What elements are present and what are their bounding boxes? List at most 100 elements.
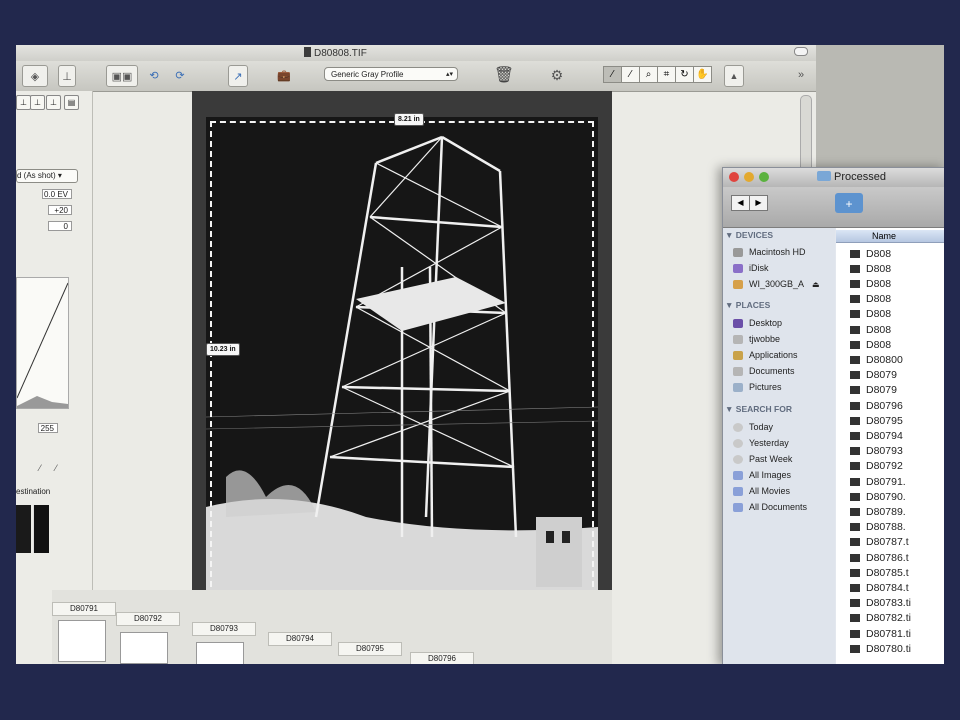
file-row[interactable]: D80783.ti	[850, 596, 911, 611]
minimize-icon[interactable]	[744, 172, 754, 182]
file-row[interactable]: D80792	[850, 459, 903, 474]
sidebar-item-all-movies[interactable]: All Movies	[733, 484, 790, 498]
palette-button-2[interactable]: ⊥	[30, 95, 45, 110]
rotate-left-icon[interactable]: ⟲	[144, 65, 164, 85]
file-row[interactable]: D80800	[850, 352, 903, 367]
palette-button-4[interactable]: ▤	[64, 95, 79, 110]
palette-button-3[interactable]: ⊥	[46, 95, 61, 110]
file-row[interactable]: D808	[850, 307, 891, 322]
sidebar-item-today[interactable]: Today	[733, 420, 773, 434]
filmstrip-item[interactable]: D80791	[52, 602, 116, 616]
forward-button[interactable]: ▶	[749, 195, 768, 211]
file-row[interactable]: D80787.t	[850, 535, 909, 550]
sidebar-item-past-week[interactable]: Past Week	[733, 452, 792, 466]
sidebar-item-all-images[interactable]: All Images	[733, 468, 791, 482]
gears-icon[interactable]: ⚙	[544, 65, 570, 85]
saturation-field[interactable]: 0	[48, 221, 72, 231]
file-name: D80789.	[866, 505, 906, 518]
file-name: D80792	[866, 460, 903, 473]
new-folder-button[interactable]: +	[835, 193, 863, 213]
sidebar-item-label: All Images	[749, 470, 792, 480]
rotate-tool-icon[interactable]: ↻	[675, 66, 694, 83]
eyedropper-icon[interactable]: ⁄	[34, 463, 46, 473]
eyedropper-white-icon[interactable]: ⁄	[621, 66, 640, 83]
trash-icon[interactable]: 🗑	[494, 65, 514, 85]
eject-icon[interactable]: ⏏	[812, 280, 822, 289]
filmstrip-item[interactable]: D80794	[268, 632, 332, 646]
close-icon[interactable]	[729, 172, 739, 182]
zoom-icon[interactable]: ⌕	[639, 66, 658, 83]
overflow-chevron-icon[interactable]: »	[794, 65, 808, 85]
file-row[interactable]: D80785.t	[850, 565, 909, 580]
palette-toggle-button[interactable]: ◈	[22, 65, 48, 87]
file-row[interactable]: D80793	[850, 444, 903, 459]
eyedropper-alt-icon[interactable]: ⁄	[50, 463, 62, 473]
filmstrip-item[interactable]: D80792	[116, 612, 180, 626]
exposure-field[interactable]: 0.0 EV	[42, 189, 72, 199]
color-profile-select[interactable]: Generic Gray Profile ▴▾	[324, 67, 458, 81]
file-row[interactable]: D80781.ti	[850, 626, 911, 641]
sidebar-item-label: Desktop	[749, 318, 783, 328]
sidebar-item-desktop[interactable]: Desktop	[733, 316, 782, 330]
edit-in-button[interactable]: ↗	[228, 65, 248, 87]
name-column-header[interactable]: Name	[836, 230, 944, 243]
sidebar-item-macintosh-hd[interactable]: Macintosh HD	[733, 245, 806, 259]
white-level-field[interactable]: 255	[38, 423, 58, 433]
crop-rectangle[interactable]	[210, 121, 594, 627]
file-row[interactable]: D80796	[850, 398, 903, 413]
file-row[interactable]: D80784.t	[850, 580, 909, 595]
file-row[interactable]: D808	[850, 292, 891, 307]
filmstrip-item[interactable]: D80793	[192, 622, 256, 636]
file-row[interactable]: D808	[850, 276, 891, 291]
file-row[interactable]: D808	[850, 246, 891, 261]
devices-header[interactable]: ▼ DEVICES	[725, 230, 773, 240]
file-row[interactable]: D80794	[850, 428, 903, 443]
file-row[interactable]: D80788.	[850, 520, 906, 535]
toolbar-toggle-button[interactable]	[794, 47, 808, 56]
file-row[interactable]: D8079	[850, 368, 897, 383]
file-name: D808	[866, 323, 892, 336]
eyedropper-black-icon[interactable]: ⁄	[603, 66, 622, 83]
file-row[interactable]: D80791.	[850, 474, 906, 489]
levels-curve-graph[interactable]	[16, 277, 69, 409]
sidebar-item-all-documents[interactable]: All Documents	[733, 500, 807, 514]
file-row[interactable]: D80790.	[850, 489, 906, 504]
briefcase-icon[interactable]: 💼	[274, 65, 294, 85]
sidebar-item-idisk[interactable]: iDisk	[733, 261, 769, 275]
places-header[interactable]: ▼ PLACES	[725, 300, 770, 310]
sidebar-item-pictures[interactable]: Pictures	[733, 380, 782, 394]
rotate-right-icon[interactable]: ⟳	[170, 65, 190, 85]
sidebar-item-yesterday[interactable]: Yesterday	[733, 436, 789, 450]
back-button[interactable]: ◀	[731, 195, 750, 211]
file-row[interactable]: D80789.	[850, 504, 906, 519]
file-row[interactable]: D80780.ti	[850, 641, 911, 656]
file-row[interactable]: D808	[850, 337, 891, 352]
warning-icon[interactable]: ▲	[724, 65, 744, 87]
file-row[interactable]: D80782.ti	[850, 611, 911, 626]
filmstrip-thumbnail[interactable]	[120, 632, 168, 664]
file-row[interactable]: D808	[850, 322, 891, 337]
filmstrip-thumbnail[interactable]	[196, 642, 244, 664]
file-row[interactable]: D808	[850, 261, 891, 276]
search-for-header-label: SEARCH FOR	[735, 404, 792, 414]
filmstrip-item[interactable]: D80795	[338, 642, 402, 656]
file-row[interactable]: D80795	[850, 413, 903, 428]
view-mode-button[interactable]: ▣▣	[106, 65, 138, 87]
filmstrip-thumbnail[interactable]	[58, 620, 106, 662]
file-row[interactable]: D8079	[850, 383, 897, 398]
file-name: D80791.	[866, 475, 906, 488]
zoom-window-icon[interactable]	[759, 172, 769, 182]
contrast-field[interactable]: +20	[48, 205, 72, 215]
sidebar-item-applications[interactable]: Applications	[733, 348, 798, 362]
sidebar-item-documents[interactable]: Documents	[733, 364, 795, 378]
crop-icon[interactable]: ⌗	[657, 66, 676, 83]
hand-tool-icon[interactable]: ✋	[693, 66, 712, 83]
file-row[interactable]: D80786.t	[850, 550, 909, 565]
search-for-header[interactable]: ▼ SEARCH FOR	[725, 404, 792, 414]
sidebar-item-wi-300gb[interactable]: WI_300GB_A ⏏	[733, 277, 828, 291]
palette-button-1[interactable]: ⊥	[16, 95, 31, 110]
white-balance-select[interactable]: d (As shot) ▾	[16, 169, 78, 183]
info-button[interactable]: ⊥	[58, 65, 76, 87]
filmstrip-item[interactable]: D80796	[410, 652, 474, 664]
sidebar-item-home[interactable]: tjwobbe	[733, 332, 780, 346]
